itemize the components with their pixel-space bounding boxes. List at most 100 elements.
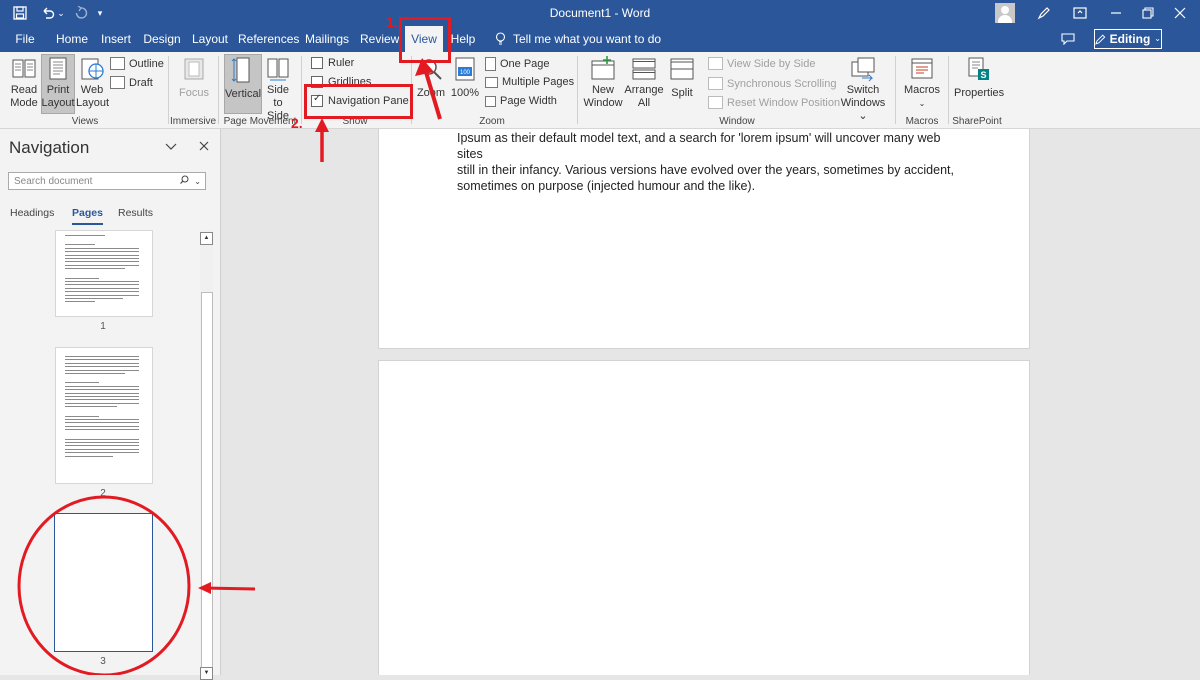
tab-headings[interactable]: Headings (10, 207, 54, 219)
editing-mode-button[interactable]: Editing ⌄ (1094, 29, 1162, 49)
navigation-pane-highlight (304, 84, 413, 119)
switch-windows-button[interactable]: Switch Windows ⌄ (836, 56, 890, 123)
ribbon-display-options-icon[interactable] (1070, 3, 1090, 23)
comments-icon[interactable] (1058, 29, 1078, 49)
split-button[interactable]: Split (664, 56, 700, 100)
undo-dropdown-icon[interactable]: ⌄ (56, 3, 66, 23)
sync-scroll-icon (708, 77, 723, 90)
svg-text:100: 100 (460, 70, 471, 76)
page-thumbnail-3[interactable] (54, 513, 153, 652)
tab-help[interactable]: Help (448, 26, 478, 52)
draft-button[interactable]: Draft (110, 76, 153, 89)
outline-button[interactable]: Outline (110, 57, 164, 70)
one-page-button[interactable]: One Page (485, 57, 550, 71)
properties-label: Properties (954, 87, 1005, 99)
zoom-group-label: Zoom (479, 116, 505, 127)
text-line[interactable]: Ipsum as their default model text, and a… (457, 130, 957, 162)
scrollbar-thumb[interactable] (201, 292, 213, 674)
tab-pages[interactable]: Pages (72, 207, 103, 225)
tab-results[interactable]: Results (118, 207, 153, 219)
separator (948, 56, 949, 124)
thumbnail-text-line (65, 438, 139, 440)
thumbnail-text-line (65, 455, 113, 457)
new-window-button[interactable]: New Window (583, 56, 623, 110)
page-body-text[interactable]: Ipsum as their default model text, and a… (457, 130, 957, 194)
document-scrollbar[interactable] (1185, 129, 1200, 675)
document-area[interactable]: Ipsum as their default model text, and a… (221, 129, 1200, 675)
document-page-2[interactable]: Ipsum as their default model text, and a… (378, 129, 1030, 349)
tell-me-box[interactable]: Tell me what you want to do (495, 26, 661, 52)
properties-button[interactable]: S Properties (954, 56, 1005, 100)
user-avatar[interactable] (995, 3, 1015, 23)
focus-button[interactable]: Focus (176, 56, 212, 100)
thumbnail-text-line (65, 402, 139, 404)
ruler-checkbox[interactable]: Ruler (311, 57, 354, 69)
close-pane-icon[interactable] (199, 139, 209, 154)
customize-quick-access-icon[interactable]: ▾ (94, 3, 106, 23)
pane-options-icon[interactable] (165, 139, 177, 154)
search-icon[interactable] (180, 173, 189, 191)
page-movement-group-label: Page Movement (223, 116, 297, 127)
macros-button[interactable]: Macros ⌄ (901, 56, 943, 110)
view-side-by-side-button[interactable]: View Side by Side (708, 57, 815, 70)
search-document-input[interactable]: Search document ⌄ (8, 172, 206, 190)
thumbnail-text-line (65, 422, 139, 424)
multiple-pages-button[interactable]: Multiple Pages (485, 76, 574, 88)
web-layout-button[interactable]: Web Layout (76, 56, 109, 110)
text-line[interactable]: sometimes on purpose (injected humour an… (457, 178, 957, 194)
save-icon[interactable] (10, 3, 30, 23)
text-line[interactable]: still in their infancy. Various versions… (457, 162, 957, 178)
redo-icon[interactable] (71, 3, 91, 23)
close-icon[interactable] (1170, 3, 1190, 23)
zoom-100-button[interactable]: 100 100% (450, 56, 480, 100)
lightbulb-icon (495, 32, 506, 45)
editing-label: Editing (1109, 32, 1151, 46)
thumbnail-text-line (65, 399, 139, 401)
switch-windows-label-1: Switch (846, 84, 880, 96)
web-layout-icon (81, 58, 104, 80)
tab-references[interactable]: References (238, 26, 299, 52)
pen-icon[interactable] (1034, 3, 1054, 23)
thumbnail-text-line (65, 452, 139, 454)
tab-layout[interactable]: Layout (190, 26, 230, 52)
window-title: Document1 - Word (549, 6, 651, 20)
search-dropdown-icon[interactable]: ⌄ (194, 173, 201, 191)
thumbnail-text-line (65, 385, 139, 387)
synchronous-scrolling-button[interactable]: Synchronous Scrolling (708, 77, 836, 90)
scroll-up-icon[interactable]: ▲ (200, 232, 213, 245)
vertical-button[interactable]: Vertical (224, 56, 262, 101)
macros-dropdown-icon: ⌄ (918, 99, 926, 108)
tab-home[interactable]: Home (52, 26, 92, 52)
tab-design[interactable]: Design (141, 26, 183, 52)
tab-file[interactable]: File (8, 26, 42, 52)
document-page-3[interactable] (378, 360, 1030, 675)
reset-window-position-button[interactable]: Reset Window Position (708, 96, 840, 109)
undo-icon[interactable] (38, 3, 58, 23)
scroll-down-icon[interactable]: ▼ (200, 667, 213, 680)
minimize-icon[interactable] (1106, 3, 1126, 23)
print-layout-button[interactable]: Print Layout (41, 56, 75, 110)
draft-label: Draft (129, 76, 153, 89)
arrange-all-label-2: All (637, 97, 651, 109)
thumbnail-text-line (65, 301, 95, 303)
tab-mailings[interactable]: Mailings (304, 26, 350, 52)
side-to-side-label-1: Side (266, 84, 290, 96)
one-page-label: One Page (500, 58, 550, 70)
window-group-label: Window (719, 116, 755, 127)
read-mode-button[interactable]: Read Mode (7, 56, 41, 110)
page-thumbnail-1[interactable] (55, 230, 153, 317)
thumbnail-text-line (65, 445, 139, 447)
side-to-side-button[interactable]: Side to Side (262, 56, 294, 123)
ribbon: Read Mode Print Layout Web Layout Outlin… (0, 52, 1200, 176)
page-width-button[interactable]: Page Width (485, 95, 557, 107)
navigation-scrollbar[interactable]: ▲ ▼ (200, 230, 213, 680)
tab-insert[interactable]: Insert (98, 26, 134, 52)
split-label: Split (671, 87, 693, 99)
restore-icon[interactable] (1138, 3, 1158, 23)
view-side-by-side-label: View Side by Side (727, 57, 816, 70)
thumbnail-text-line (65, 254, 139, 256)
page-thumbnail-2[interactable] (55, 347, 153, 484)
arrange-all-button[interactable]: Arrange All (624, 56, 664, 110)
arrange-all-icon (632, 58, 656, 80)
thumbnail-text-line (65, 419, 139, 420)
